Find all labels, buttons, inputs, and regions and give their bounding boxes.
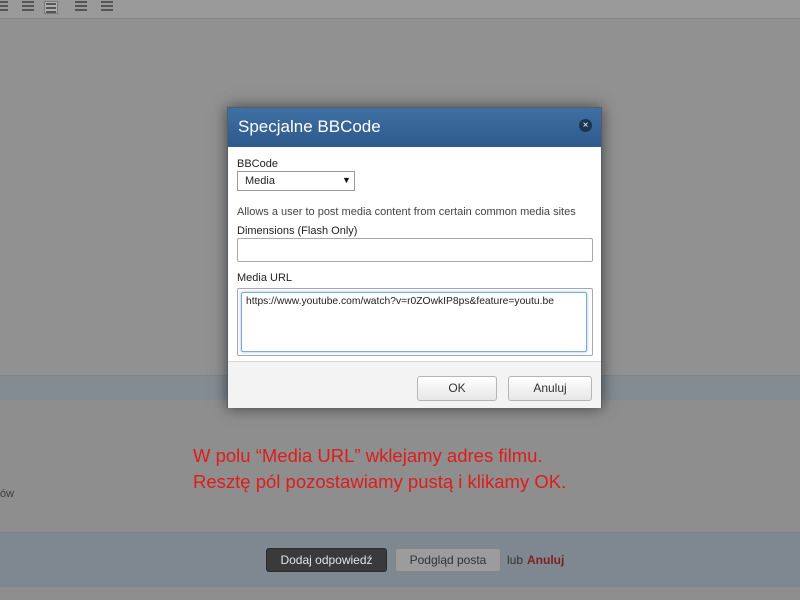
dialog-footer: OK Anuluj: [228, 361, 601, 408]
instruction-caption: W polu “Media URL” wklejamy adres filmu.…: [193, 443, 753, 495]
media-url-field-wrapper: https://www.youtube.com/watch?v=r0ZOwkIP…: [237, 288, 593, 356]
align-left-icon-2[interactable]: [22, 1, 34, 11]
dialog-title: Specjalne BBCode: [238, 117, 381, 136]
dialog-header: Specjalne BBCode ×: [228, 108, 601, 147]
media-url-textarea[interactable]: https://www.youtube.com/watch?v=r0ZOwkIP…: [241, 292, 587, 352]
bbcode-selected-value: Media: [245, 175, 275, 187]
dropdown-arrow-icon: ▼: [342, 175, 351, 185]
ok-button[interactable]: OK: [417, 376, 497, 401]
caption-line-1: W polu “Media URL” wklejamy adres filmu.: [193, 445, 543, 466]
or-text: lub: [507, 553, 524, 567]
cancel-link[interactable]: Anuluj: [527, 553, 564, 567]
preview-post-button[interactable]: Podgląd posta: [395, 548, 501, 572]
page-bottom: [0, 587, 800, 600]
caption-line-2: Resztę pól pozostawiamy pustą i klikamy …: [193, 471, 567, 492]
submit-reply-button[interactable]: Dodaj odpowiedź: [266, 548, 387, 572]
dimensions-label: Dimensions (Flash Only): [237, 225, 358, 237]
close-icon[interactable]: ×: [579, 119, 592, 132]
align-left-icon[interactable]: [0, 1, 8, 11]
options-text-fragment: ów: [0, 488, 15, 500]
bbcode-select[interactable]: Media ▼: [237, 171, 355, 191]
media-url-label: Media URL: [237, 272, 293, 284]
bbcode-description: Allows a user to post media content from…: [237, 206, 576, 218]
align-justify-icon[interactable]: [44, 1, 58, 14]
special-bbcode-dialog: Specjalne BBCode × BBCode Media ▼ Allows…: [227, 107, 602, 408]
align-right-icon[interactable]: [101, 1, 113, 11]
editor-toolbar: [0, 0, 800, 19]
bbcode-label: BBCode: [237, 158, 278, 170]
align-center-icon[interactable]: [75, 1, 87, 11]
dimensions-input[interactable]: [237, 238, 593, 262]
cancel-button[interactable]: Anuluj: [508, 376, 592, 401]
